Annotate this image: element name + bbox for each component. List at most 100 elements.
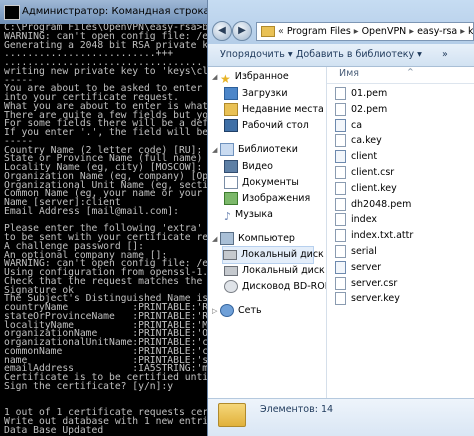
tree-item-network[interactable]: ▷ Сеть: [212, 303, 262, 319]
downloads-icon: [224, 87, 238, 100]
file-item[interactable]: client.key: [335, 181, 397, 196]
forward-arrow-icon: ▶: [238, 25, 246, 36]
document-icon: [335, 292, 346, 306]
back-arrow-icon: ◀: [218, 25, 226, 36]
document-icon: [335, 134, 346, 148]
file-name: server.csr: [351, 277, 398, 289]
tree-item-local-disk-d[interactable]: Локальный диск (D:: [224, 263, 326, 279]
certificate-icon: [335, 150, 346, 164]
desktop-icon: [224, 119, 238, 132]
tree-item-images[interactable]: Изображения: [224, 191, 310, 207]
tree-item-music[interactable]: ♪ Музыка: [224, 207, 273, 223]
console-line: writing new private key to 'keys\cl: [4, 65, 209, 77]
organize-button[interactable]: Упорядочить ▾: [220, 44, 293, 66]
document-icon: [335, 102, 346, 116]
file-item[interactable]: 02.pem: [335, 102, 387, 117]
more-commands-button[interactable]: »: [442, 44, 448, 66]
file-item[interactable]: server.key: [335, 291, 400, 306]
add-to-library-button[interactable]: Добавить в библиотеку ▾: [296, 44, 422, 66]
file-item[interactable]: serial: [335, 244, 377, 259]
file-name: server: [351, 261, 382, 273]
tree-item-bd-rom[interactable]: Дисковод BD-ROM: [224, 279, 327, 295]
documents-icon: [224, 176, 238, 189]
file-name: ca.key: [351, 135, 382, 147]
tree-item-desktop[interactable]: Рабочий стол: [224, 118, 309, 134]
explorer-window[interactable]: ◀ ▶ « Program Files▸OpenVPN▸easy-rsa▸key…: [207, 0, 474, 436]
tree-item-recent-places[interactable]: Недавние места: [224, 102, 324, 118]
tree-label: Дисковод BD-ROM: [242, 281, 327, 292]
document-icon: [335, 181, 346, 195]
file-name: 01.pem: [351, 88, 388, 99]
drive-icon: [223, 249, 237, 260]
file-name: serial: [351, 246, 377, 257]
file-name: client: [351, 151, 378, 163]
cmd-title-bar[interactable]: Администратор: Командная строка: [0, 0, 212, 24]
file-item[interactable]: dh2048.pem: [335, 197, 411, 212]
images-icon: [224, 192, 238, 205]
breadcrumb-keys[interactable]: keys: [468, 26, 473, 37]
file-item[interactable]: server: [335, 260, 381, 275]
file-item[interactable]: client: [335, 149, 377, 164]
cmd-output[interactable]: C:\Program Files\OpenVPN\easy-rsa>b WARNI…: [4, 24, 212, 436]
tree-label: Локальный диск (C: [241, 249, 326, 260]
file-item[interactable]: ca.key: [335, 133, 382, 148]
tree-item-video[interactable]: Видео: [224, 159, 273, 175]
breadcrumb-openvpn[interactable]: OpenVPN: [362, 26, 407, 37]
folder-icon: [218, 403, 246, 427]
recent-places-icon: [224, 103, 238, 116]
column-header-name[interactable]: Имя ^: [327, 67, 474, 84]
breadcrumb-separator-icon: ▸: [353, 26, 359, 37]
cmd-title: Администратор: Командная строка: [22, 6, 210, 17]
explorer-header: ◀ ▶ « Program Files▸OpenVPN▸easy-rsa▸key…: [208, 0, 474, 44]
file-name: 02.pem: [351, 103, 388, 115]
command-prompt-window[interactable]: Администратор: Командная строка C:\Progr…: [0, 0, 212, 436]
optical-drive-icon: [224, 280, 238, 293]
address-bar[interactable]: « Program Files▸OpenVPN▸easy-rsa▸keys: [256, 22, 474, 41]
collapse-arrow-icon[interactable]: ◢: [212, 231, 220, 247]
file-item[interactable]: 01.pem: [335, 86, 387, 101]
column-header-label: Имя: [339, 68, 359, 79]
file-item[interactable]: index.txt.attr: [335, 228, 413, 243]
collapse-arrow-icon[interactable]: ◢: [212, 142, 220, 158]
navigation-pane[interactable]: ◢ ★ Избранное Загрузки Недавние места Рабо…: [208, 67, 327, 398]
tree-item-libraries[interactable]: ◢ Библиотеки: [212, 142, 298, 158]
music-icon: ♪: [224, 210, 232, 223]
tree-label: Недавние места: [242, 104, 324, 115]
forward-button[interactable]: ▶: [232, 21, 252, 41]
tree-label: Видео: [242, 161, 273, 172]
tree-item-favorites[interactable]: ◢ ★ Избранное: [212, 69, 289, 86]
console-line: Data Base Updated: [4, 424, 104, 436]
collapse-arrow-icon[interactable]: ◢: [212, 69, 220, 85]
console-line: Sign the certificate? [y/n]:y: [4, 380, 174, 392]
breadcrumb-program-files[interactable]: Program Files: [287, 26, 351, 37]
tree-item-downloads[interactable]: Загрузки: [224, 86, 288, 102]
breadcrumb-separator-icon: ▸: [460, 26, 466, 37]
item-count: Элементов: 14: [260, 404, 334, 415]
document-icon: [335, 166, 346, 179]
tree-label: Избранное: [234, 71, 289, 82]
document-icon: [335, 87, 346, 100]
file-item[interactable]: index: [335, 212, 377, 227]
breadcrumb-easy-rsa[interactable]: easy-rsa: [417, 26, 457, 37]
file-item[interactable]: ca: [335, 118, 362, 133]
file-item[interactable]: client.csr: [335, 165, 394, 180]
tree-item-computer[interactable]: ◢ Компьютер: [212, 231, 295, 247]
network-icon: [220, 304, 234, 317]
file-name: index.txt.attr: [351, 230, 414, 242]
tree-item-local-disk-c[interactable]: Локальный диск (C: [222, 246, 326, 264]
document-icon: [335, 197, 346, 211]
file-item[interactable]: server.csr: [335, 276, 397, 291]
back-button[interactable]: ◀: [212, 21, 232, 41]
breadcrumb-separator-icon: ▸: [409, 26, 415, 37]
tree-label: Музыка: [235, 209, 273, 220]
tree-label: Компьютер: [238, 233, 295, 244]
tree-item-documents[interactable]: Документы: [224, 175, 299, 191]
chevron-left-icon: «: [278, 26, 284, 37]
console-line: If you enter '.', the field will be: [4, 127, 209, 138]
certificate-icon: [335, 118, 346, 132]
file-list[interactable]: Имя ^ 01.pem 02.pem ca ca.key client client.cs…: [327, 67, 474, 398]
file-name: dh2048.pem: [351, 198, 412, 210]
document-icon: [335, 213, 346, 227]
expand-arrow-icon[interactable]: ▷: [212, 303, 220, 319]
